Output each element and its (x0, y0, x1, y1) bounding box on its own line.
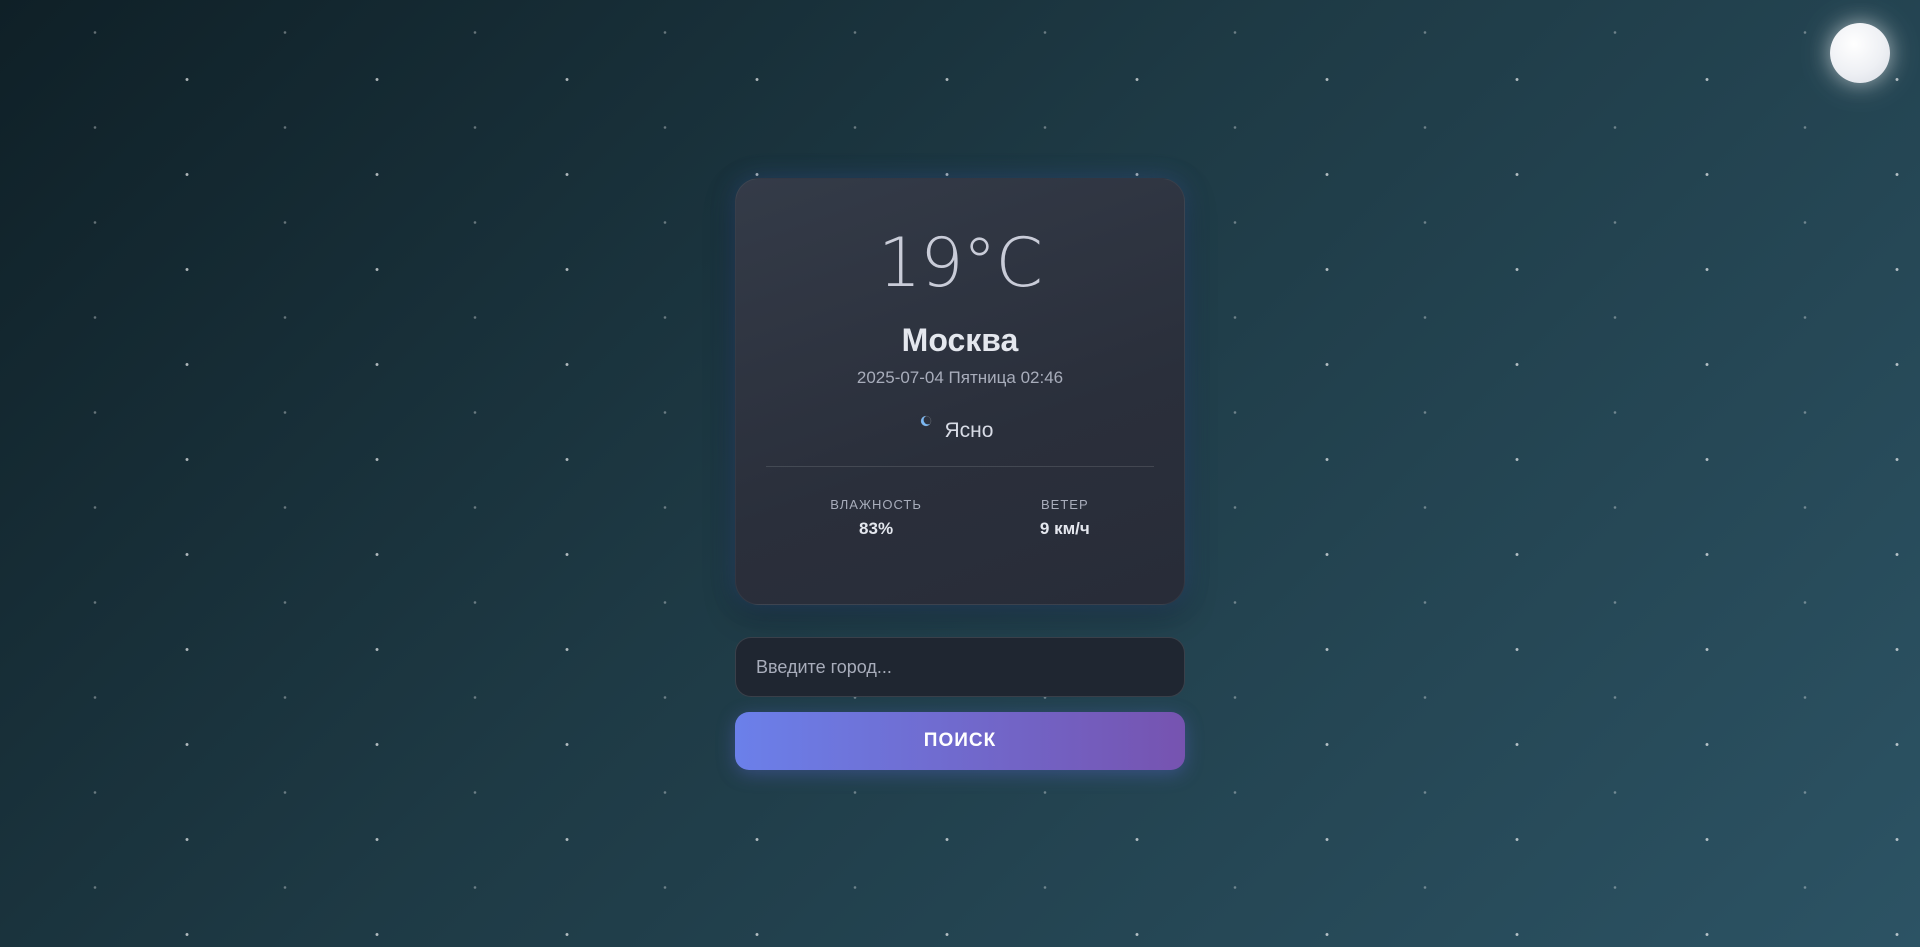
wind-stat: ВЕТЕР 9 км/ч (1040, 497, 1090, 539)
humidity-stat: ВЛАЖНОСТЬ 83% (830, 497, 922, 539)
city-name: Москва (901, 322, 1019, 358)
weather-app: 19°C Москва 2025-07-04 Пятница 02:46 Ясн… (735, 178, 1185, 770)
temperature: 19°C (877, 224, 1043, 303)
divider (766, 466, 1154, 467)
weather-card: 19°C Москва 2025-07-04 Пятница 02:46 Ясн… (735, 178, 1185, 605)
weather-details: ВЛАЖНОСТЬ 83% ВЕТЕР 9 км/ч (766, 497, 1154, 539)
condition-text: Ясно (944, 419, 994, 442)
wind-value: 9 км/ч (1039, 519, 1090, 538)
moon-icon (1830, 23, 1890, 83)
wind-label: ВЕТЕР (1041, 497, 1089, 512)
date-time: 2025-07-04 Пятница 02:46 (856, 368, 1064, 387)
city-search-input[interactable] (735, 637, 1185, 697)
search-button[interactable]: ПОИСК (735, 712, 1185, 770)
weather-condition: Ясно (762, 415, 1150, 444)
humidity-value: 83% (859, 519, 894, 538)
humidity-label: ВЛАЖНОСТЬ (830, 497, 922, 512)
crescent-moon-icon (919, 414, 933, 428)
